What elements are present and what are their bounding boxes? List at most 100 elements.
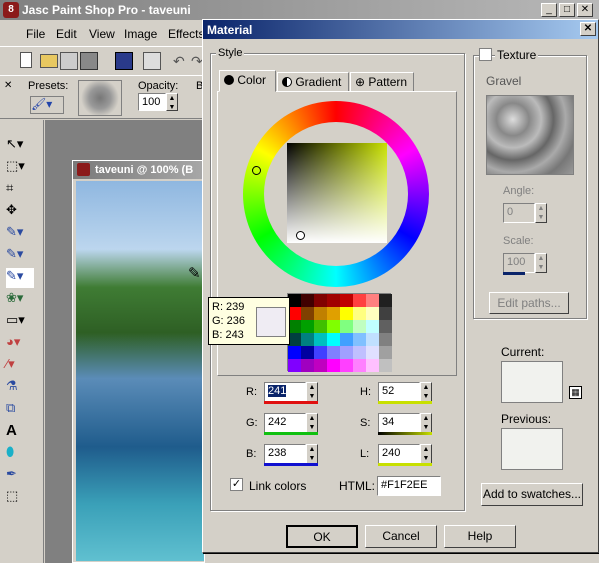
print-icon[interactable] [143, 52, 161, 70]
fill-tool-icon[interactable]: ⚗ [6, 378, 34, 398]
selection-tool-icon[interactable]: ⬚▾ [6, 158, 34, 178]
image-window[interactable]: taveuni @ 100% (B [72, 160, 206, 563]
move-tool-icon[interactable]: ✥ [6, 202, 34, 222]
s-bar [378, 432, 432, 435]
edit-paths-button[interactable]: Edit paths... [489, 292, 569, 314]
tab-gradient[interactable]: Gradient [277, 72, 349, 92]
g-spinner[interactable]: ▲ ▼ [306, 413, 318, 433]
ok-button[interactable]: OK [286, 525, 358, 548]
image-canvas[interactable] [76, 181, 204, 561]
close-options-icon[interactable]: ✕ [4, 80, 12, 91]
link-colors-label: Link colors [249, 479, 307, 493]
open-folder-icon[interactable] [40, 54, 58, 68]
menu-edit[interactable]: Edit [56, 27, 77, 41]
dialog-title: Material [207, 23, 253, 37]
cancel-button[interactable]: Cancel [365, 525, 437, 548]
dialog-close-icon[interactable]: ✕ [580, 22, 596, 36]
r-spinner[interactable]: ▲ ▼ [306, 382, 318, 402]
l-spinner[interactable]: ▲ ▼ [420, 444, 432, 464]
sl-marker[interactable] [296, 231, 305, 240]
tab-pattern[interactable]: ⊕ Pattern [350, 72, 414, 92]
app-close-icon[interactable]: ✕ [577, 3, 593, 17]
menu-view[interactable]: View [89, 27, 115, 41]
clone-tool-icon[interactable]: ✎▾ [6, 246, 34, 266]
g-field[interactable]: 242 [264, 413, 306, 433]
eraser-tool-icon[interactable]: ⁄▾ [6, 356, 34, 376]
r-value: 241 [268, 385, 287, 397]
text-tool-icon[interactable]: A [6, 422, 34, 442]
scale-spinner[interactable]: ▲ ▼ [535, 253, 547, 273]
pan-tool-icon[interactable]: ↖▾ [6, 136, 34, 156]
image-window-titlebar[interactable]: taveuni @ 100% (B [73, 161, 206, 179]
menu-effects[interactable]: Effects [168, 27, 204, 41]
undo-icon[interactable]: ↶ [172, 52, 190, 70]
dropper-tool-icon[interactable]: ✎▾ [6, 224, 34, 244]
dodge-tool-icon[interactable]: ▭▾ [6, 312, 34, 332]
b-label-field: B: [246, 448, 257, 460]
dialog-title-bar: Material ✕ [203, 20, 598, 39]
opacity-field[interactable]: 100 [138, 93, 166, 111]
color-tooltip: R: 239 G: 236 B: 243 [208, 297, 290, 345]
menu-file-label[interactable]: File [26, 27, 45, 41]
saturation-lightness-box[interactable] [287, 143, 387, 243]
angle-spinner[interactable]: ▲ ▼ [535, 203, 547, 223]
texture-checkbox[interactable] [479, 48, 492, 61]
angle-field[interactable]: 0 [503, 203, 535, 223]
l-bar [378, 463, 432, 466]
picture-tube-tool-icon[interactable]: ⧉ [6, 400, 34, 420]
add-to-swatches-button[interactable]: Add to swatches... [481, 483, 583, 506]
paint-brush-tool-icon[interactable]: ✎▾ [6, 268, 34, 288]
swap-colors-icon[interactable]: ▦ [569, 386, 582, 399]
image-window-icon [77, 163, 90, 176]
replacer-tool-icon[interactable]: ❀▾ [6, 290, 34, 310]
l-label: L: [360, 448, 370, 460]
tooltip-g: G: 236 [212, 315, 246, 327]
current-label: Current: [501, 345, 545, 359]
object-selector-tool-icon[interactable]: ⬚ [6, 488, 34, 508]
scan-icon[interactable] [80, 52, 98, 70]
b-spinner[interactable]: ▲ ▼ [306, 444, 318, 464]
h-spinner[interactable]: ▲ ▼ [420, 382, 432, 402]
gradient-icon [282, 77, 292, 87]
b-field[interactable]: 238 [264, 444, 306, 464]
presets-dropdown[interactable]: 🖌▾ [30, 96, 64, 114]
help-button[interactable]: Help [444, 525, 516, 548]
save-icon[interactable] [115, 52, 133, 70]
psp-app-icon: 8 [3, 2, 19, 18]
pen-tool-icon[interactable]: ✒ [6, 466, 34, 486]
scale-bar [503, 272, 525, 275]
r-field[interactable]: 241 [264, 382, 306, 402]
l-field[interactable]: 240 [378, 444, 420, 464]
tab-gradient-label: Gradient [295, 75, 342, 89]
crop-tool-icon[interactable]: ⌗ [6, 180, 34, 200]
s-field[interactable]: 34 [378, 413, 420, 433]
app-title-bar: 8 Jasc Paint Shop Pro - taveuni [0, 0, 599, 20]
basic-color-swatches[interactable] [287, 293, 392, 372]
hue-marker[interactable] [252, 166, 261, 175]
menu-bar: File Edit View Image Effects [0, 22, 205, 46]
style-group-label: Style [216, 47, 245, 59]
previous-color-swatch[interactable] [501, 428, 563, 470]
preset-shape-tool-icon[interactable]: ⬮ [6, 444, 34, 464]
html-field[interactable]: #F1F2EE [377, 476, 441, 496]
h-field[interactable]: 52 [378, 382, 420, 402]
tab-color[interactable]: Color [219, 70, 276, 92]
scale-field[interactable]: 100 [503, 253, 535, 273]
image-window-title: taveuni @ 100% (B [95, 164, 194, 176]
opacity-spinner[interactable]: ▲ ▼ [166, 93, 178, 111]
tools-palette: ↖▾ ⬚▾ ⌗ ✥ ✎▾ ✎▾ ✎▾ ❀▾ ▭▾ ◕▾ ⁄▾ ⚗ ⧉ A ⬮ ✒… [0, 120, 44, 563]
h-bar [378, 401, 432, 404]
new-file-icon[interactable] [20, 52, 32, 68]
minimize-icon[interactable]: _ [541, 3, 557, 17]
tab-color-label: Color [237, 73, 267, 87]
brush-tip-dropdown[interactable] [78, 80, 122, 116]
tooltip-r: R: 239 [212, 301, 245, 313]
s-spinner[interactable]: ▲ ▼ [420, 413, 432, 433]
link-colors-checkbox[interactable]: ✓ [230, 478, 243, 491]
texture-preview[interactable] [486, 95, 574, 175]
angle-label: Angle: [503, 185, 535, 197]
menu-image[interactable]: Image [124, 27, 157, 41]
smudge-tool-icon[interactable]: ◕▾ [6, 334, 34, 354]
maximize-icon[interactable]: □ [559, 3, 575, 17]
browse-icon[interactable] [60, 52, 78, 70]
